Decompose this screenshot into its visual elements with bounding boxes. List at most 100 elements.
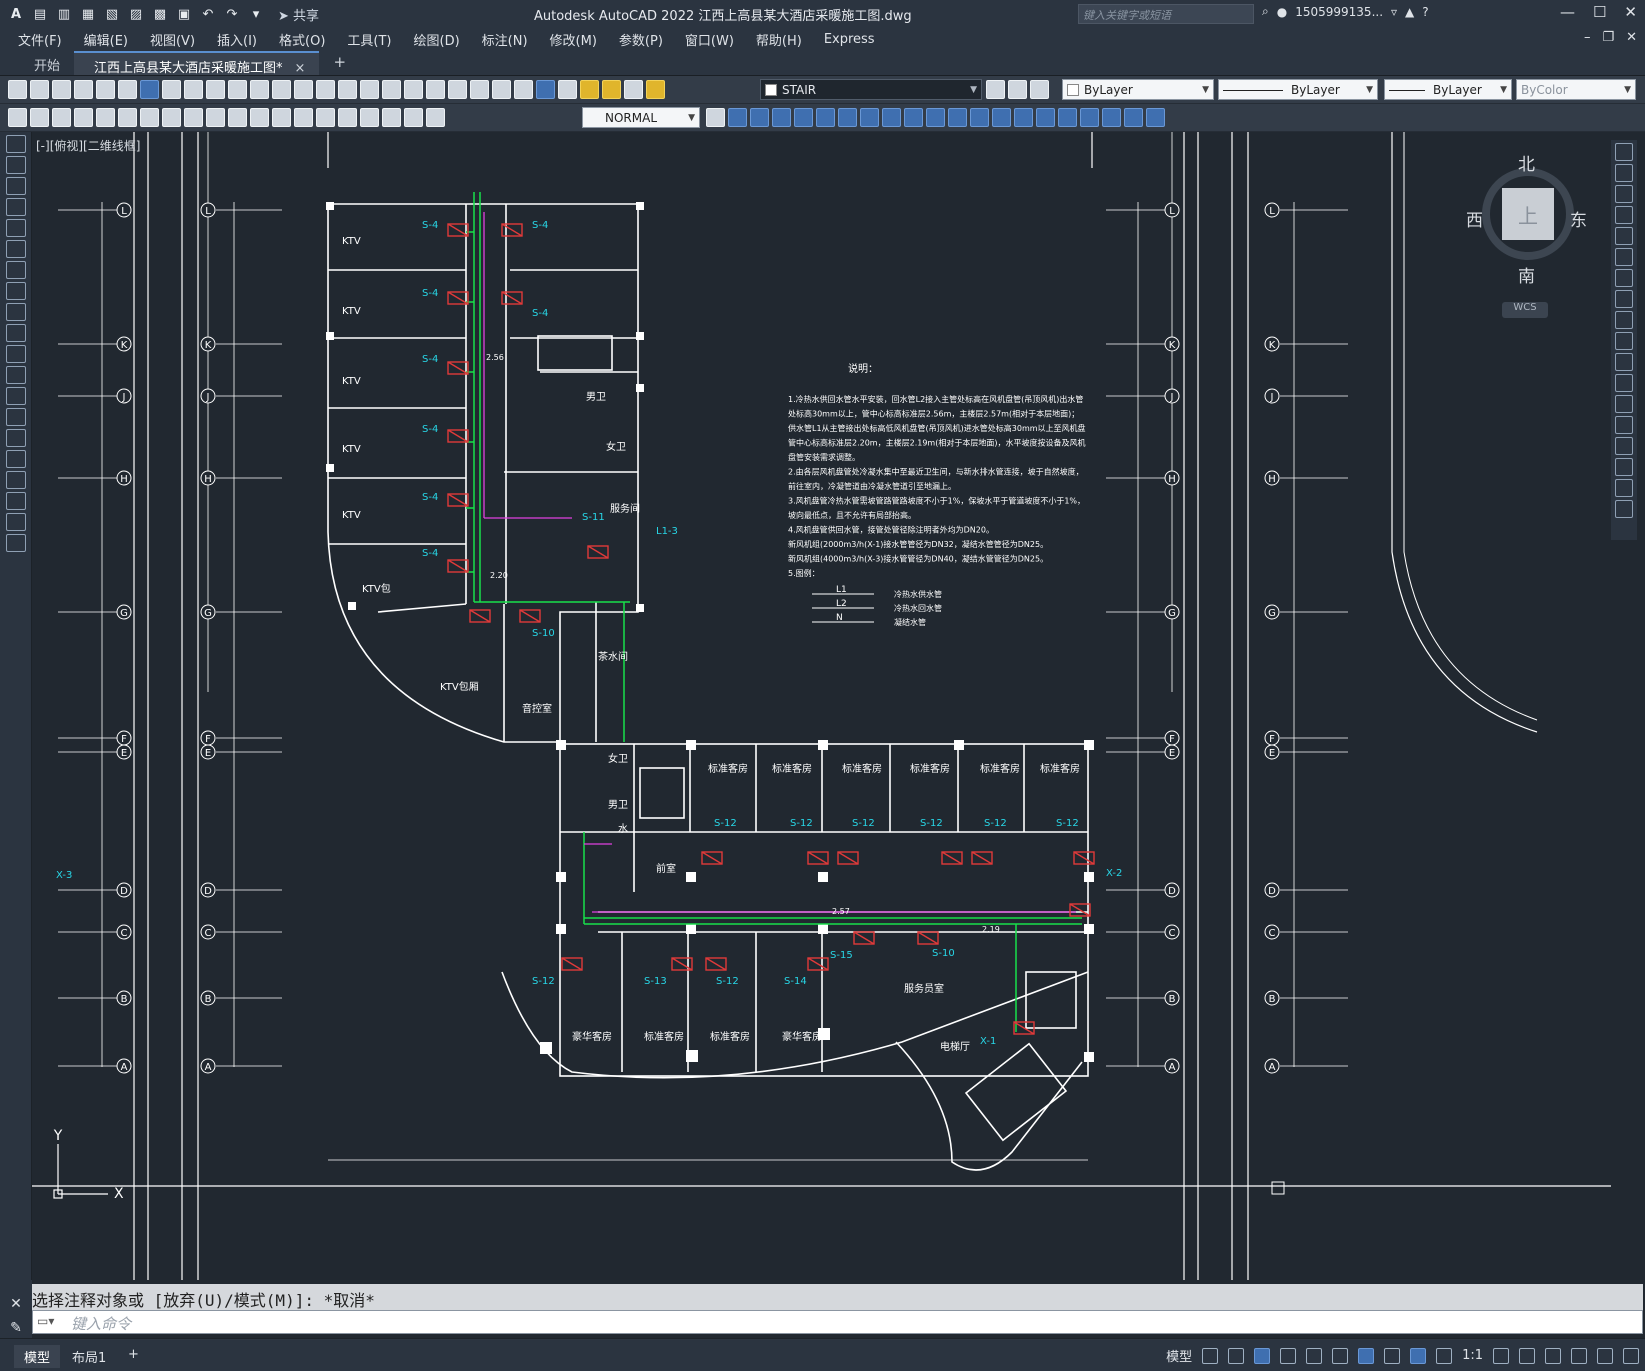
explode-icon[interactable]: [1615, 500, 1633, 518]
zoom-realtime-icon[interactable]: [338, 80, 357, 99]
zoom-previous-icon[interactable]: [382, 80, 401, 99]
save-as-icon[interactable]: ▧: [102, 5, 122, 23]
command-line-handle[interactable]: ✕ ✎: [0, 1280, 32, 1338]
subtract-icon[interactable]: [750, 108, 769, 127]
menu-item-4[interactable]: 格式(O): [279, 30, 325, 49]
redo-tool-icon[interactable]: [294, 80, 313, 99]
dim-text-edit-icon[interactable]: [404, 108, 423, 127]
import-icon[interactable]: ▨: [126, 5, 146, 23]
dimstyle-icon[interactable]: [706, 108, 725, 127]
dim-arc-icon[interactable]: [52, 108, 71, 127]
dim-aligned-icon[interactable]: [30, 108, 49, 127]
units-icon[interactable]: [1545, 1347, 1561, 1364]
layer-properties-icon[interactable]: [558, 80, 577, 99]
doc-minimize-icon[interactable]: –: [1584, 30, 1591, 45]
menu-item-1[interactable]: 编辑(E): [84, 30, 128, 49]
auto-scale-icon[interactable]: [1436, 1347, 1453, 1364]
tab-layout1[interactable]: 布局1: [62, 1345, 116, 1368]
lineweight-icon[interactable]: [1384, 1347, 1401, 1364]
snap-icon[interactable]: [1228, 1347, 1245, 1364]
wcs-menu[interactable]: WCS: [1502, 302, 1548, 318]
table-icon[interactable]: [6, 492, 26, 510]
rectangle-icon[interactable]: [6, 219, 26, 237]
dim-break-icon[interactable]: [272, 108, 291, 127]
gradient-icon[interactable]: [6, 450, 26, 468]
tab-model[interactable]: 模型: [14, 1345, 61, 1368]
design-center-icon[interactable]: [426, 80, 445, 99]
share-button[interactable]: ➤ 共享: [278, 5, 319, 24]
save-file-icon[interactable]: [52, 80, 71, 99]
trim-icon[interactable]: [1615, 332, 1633, 350]
menu-item-2[interactable]: 视图(V): [150, 30, 195, 49]
print-icon[interactable]: [74, 80, 93, 99]
help-icon[interactable]: ?: [1422, 5, 1428, 19]
help-tool-icon[interactable]: [536, 80, 555, 99]
dim-baseline-icon[interactable]: [206, 108, 225, 127]
offset-icon[interactable]: [1615, 206, 1633, 224]
rotate-face-icon[interactable]: [882, 108, 901, 127]
copy-icon[interactable]: [184, 80, 203, 99]
menu-item-3[interactable]: 插入(I): [217, 30, 257, 49]
dim-update-icon[interactable]: [426, 108, 445, 127]
jogged-linear-icon[interactable]: [360, 108, 379, 127]
taper-face-icon[interactable]: [904, 108, 923, 127]
menu-item-7[interactable]: 标注(N): [482, 30, 528, 49]
layer-color-icon[interactable]: [624, 80, 643, 99]
close-icon[interactable]: ✕: [1624, 3, 1637, 21]
dim-jogged-icon[interactable]: [118, 108, 137, 127]
menu-item-6[interactable]: 绘图(D): [414, 30, 460, 49]
object-track-icon[interactable]: [1332, 1347, 1349, 1364]
make-current-icon[interactable]: [986, 80, 1005, 99]
tab-drawing[interactable]: 江西上高县某大酒店采暖施工图* ×: [74, 51, 320, 76]
undo-icon[interactable]: ↶: [198, 5, 218, 23]
layer-on-icon[interactable]: [580, 80, 599, 99]
minimize-icon[interactable]: —: [1560, 3, 1575, 21]
cut-icon[interactable]: [162, 80, 181, 99]
model-space-button[interactable]: 模型: [1166, 1346, 1192, 1365]
inspect-icon[interactable]: [338, 108, 357, 127]
center-mark-icon[interactable]: [316, 108, 335, 127]
tab-close-icon[interactable]: ×: [295, 61, 306, 76]
user-icon[interactable]: ●: [1277, 5, 1287, 19]
web-icon[interactable]: [140, 80, 159, 99]
delete-face-icon[interactable]: [860, 108, 879, 127]
export-icon[interactable]: ▩: [150, 5, 170, 23]
linetype-dropdown[interactable]: ByLayer ▼: [1218, 79, 1378, 100]
dim-continue-icon[interactable]: [228, 108, 247, 127]
dim-ordinate-icon[interactable]: [74, 108, 93, 127]
layer-previous-icon[interactable]: [1008, 80, 1027, 99]
menu-item-8[interactable]: 修改(M): [550, 30, 597, 49]
viewcube-top-face[interactable]: 上: [1502, 188, 1554, 240]
break-point-icon[interactable]: [1615, 374, 1633, 392]
offset-face-icon[interactable]: [838, 108, 857, 127]
pan-icon[interactable]: [316, 80, 335, 99]
construction-line-icon[interactable]: [6, 156, 26, 174]
blend-icon[interactable]: [1615, 479, 1633, 497]
stretch-icon[interactable]: [1615, 311, 1633, 329]
union-icon[interactable]: [728, 108, 747, 127]
quickcalc-icon[interactable]: [514, 80, 533, 99]
zoom-window-icon[interactable]: [360, 80, 379, 99]
maximize-icon[interactable]: ☐: [1593, 3, 1606, 21]
fillet-icon[interactable]: [1615, 458, 1633, 476]
matchprop-icon[interactable]: [228, 80, 247, 99]
redo-icon[interactable]: ↷: [222, 5, 242, 23]
point-icon[interactable]: [6, 408, 26, 426]
quick-properties-icon[interactable]: [1571, 1347, 1587, 1364]
menu-item-9[interactable]: 参数(P): [619, 30, 663, 49]
rotate-icon[interactable]: [1615, 269, 1633, 287]
imprint-icon[interactable]: [970, 108, 989, 127]
erase-icon[interactable]: [1615, 143, 1633, 161]
preview-icon[interactable]: [96, 80, 115, 99]
break-icon[interactable]: [1615, 395, 1633, 413]
intersect-icon[interactable]: [772, 108, 791, 127]
markup-icon[interactable]: [492, 80, 511, 99]
open-icon[interactable]: ▥: [54, 5, 74, 23]
user-name[interactable]: 1505999135...: [1295, 5, 1383, 19]
add-layout-button[interactable]: +: [118, 1345, 149, 1364]
cart-icon[interactable]: ▿: [1391, 5, 1397, 19]
layer-thaw-icon[interactable]: [602, 80, 621, 99]
array-icon[interactable]: [1615, 227, 1633, 245]
tool-palette-icon[interactable]: [448, 80, 467, 99]
block-editor-icon[interactable]: [250, 80, 269, 99]
